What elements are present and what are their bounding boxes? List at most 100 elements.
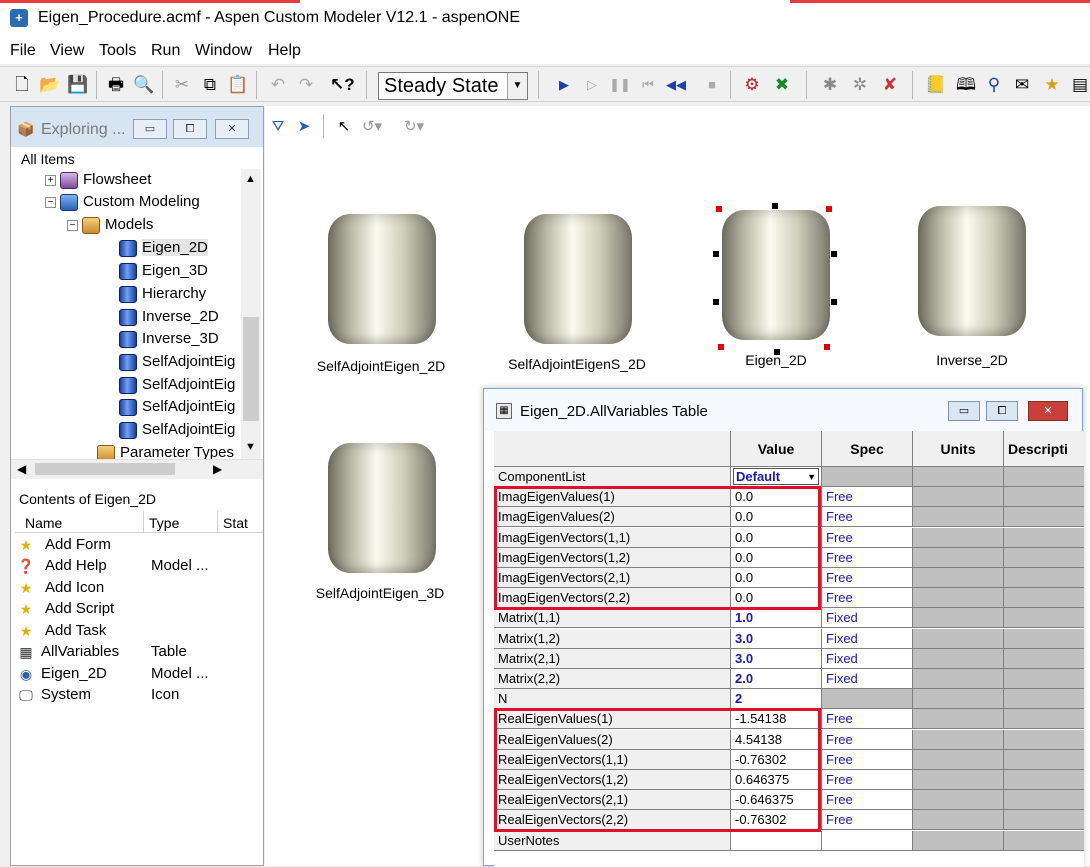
- variable-description-cell[interactable]: [1004, 629, 1084, 649]
- run-mode-select[interactable]: Steady State ▼: [378, 72, 528, 100]
- menu-view[interactable]: View: [50, 42, 84, 60]
- variable-description-cell[interactable]: [1004, 750, 1084, 770]
- variable-name-cell[interactable]: UserNotes: [494, 831, 731, 851]
- context-help-icon[interactable]: ↖?: [330, 73, 355, 97]
- variable-description-cell[interactable]: [1004, 810, 1084, 830]
- variable-units-cell[interactable]: [913, 487, 1004, 507]
- print-preview-icon[interactable]: 🔍: [132, 73, 156, 97]
- column-header-status[interactable]: Stat: [223, 515, 248, 531]
- variable-description-cell[interactable]: [1004, 831, 1084, 851]
- tree-item-flowsheet[interactable]: + Flowsheet: [45, 169, 151, 191]
- contents-item[interactable]: ▦ AllVariables Table: [15, 641, 261, 662]
- menu-tools[interactable]: Tools: [99, 42, 136, 60]
- tree-item-model[interactable]: SelfAdjointEig: [119, 374, 235, 396]
- tree-item-model[interactable]: SelfAdjointEig: [119, 419, 235, 441]
- variable-spec-cell[interactable]: Free: [822, 810, 913, 830]
- column-header-spec[interactable]: Spec: [822, 431, 913, 467]
- snapshot-icon[interactable]: ⚙: [740, 73, 764, 97]
- variable-value-cell[interactable]: 1.0: [731, 608, 822, 628]
- variable-units-cell[interactable]: [913, 689, 1004, 709]
- variable-description-cell[interactable]: [1004, 507, 1084, 527]
- variable-units-cell[interactable]: [913, 750, 1004, 770]
- variable-units-cell[interactable]: [913, 730, 1004, 750]
- variable-units-cell[interactable]: [913, 507, 1004, 527]
- variable-units-cell[interactable]: [913, 790, 1004, 810]
- variable-value-cell[interactable]: [731, 831, 822, 851]
- rotate-right-icon[interactable]: ↻▾: [403, 116, 425, 138]
- undo-icon[interactable]: ↶: [266, 73, 290, 97]
- selection-handle[interactable]: [713, 251, 719, 257]
- pause-icon[interactable]: ❚❚: [608, 73, 632, 97]
- restore-button[interactable]: ⧠: [986, 401, 1018, 421]
- variable-spec-cell[interactable]: Free: [822, 548, 913, 568]
- more-tools-icon[interactable]: ▤: [1068, 73, 1090, 97]
- optimization-icon[interactable]: ✲: [848, 73, 872, 97]
- scroll-right-icon[interactable]: ▶: [213, 462, 222, 476]
- tree-item-custom-modeling[interactable]: − Custom Modeling: [45, 191, 200, 213]
- variable-description-cell[interactable]: [1004, 588, 1084, 608]
- open-folder-icon[interactable]: 📂: [38, 73, 62, 97]
- variable-spec-cell[interactable]: Free: [822, 507, 913, 527]
- column-header-type[interactable]: Type: [149, 515, 179, 531]
- menu-help[interactable]: Help: [268, 42, 301, 60]
- variable-units-cell[interactable]: [913, 528, 1004, 548]
- messages-icon[interactable]: ✉: [1010, 73, 1034, 97]
- variable-spec-cell[interactable]: Free: [822, 588, 913, 608]
- variable-units-cell[interactable]: [913, 669, 1004, 689]
- variable-spec-cell[interactable]: Fixed: [822, 649, 913, 669]
- contents-item[interactable]: ◉ Eigen_2D Model ...: [15, 663, 261, 684]
- variable-description-cell[interactable]: [1004, 568, 1084, 588]
- variable-spec-cell[interactable]: Free: [822, 770, 913, 790]
- rotate-left-icon[interactable]: ↺▾: [361, 116, 383, 138]
- variable-spec-cell[interactable]: Free: [822, 568, 913, 588]
- column-header-value[interactable]: Value: [731, 431, 822, 467]
- selection-handle[interactable]: [826, 206, 832, 212]
- connect-icon[interactable]: ⛛: [267, 116, 289, 138]
- selection-handle[interactable]: [772, 203, 778, 209]
- check-icon[interactable]: ✖: [770, 73, 794, 97]
- variable-value-cell[interactable]: 3.0: [731, 629, 822, 649]
- scroll-left-icon[interactable]: ◀: [17, 462, 26, 476]
- column-header-description[interactable]: Descripti: [1004, 431, 1084, 467]
- tree-item-model[interactable]: Eigen_2D: [119, 237, 208, 259]
- variable-units-cell[interactable]: [913, 467, 1004, 487]
- tree-item-model[interactable]: SelfAdjointEig: [119, 351, 235, 373]
- scroll-down-icon[interactable]: ▼: [245, 441, 256, 453]
- variable-units-cell[interactable]: [913, 629, 1004, 649]
- column-header-name[interactable]: Name: [25, 515, 62, 531]
- tree-item-parameter-types[interactable]: Parameter Types: [97, 442, 234, 459]
- menu-run[interactable]: Run: [151, 42, 180, 60]
- variable-value-cell[interactable]: 2: [731, 689, 822, 709]
- block-selfadjointeigen-3d[interactable]: [328, 443, 436, 573]
- tree-item-model[interactable]: Inverse_3D: [119, 328, 219, 350]
- variable-spec-cell[interactable]: [822, 467, 913, 487]
- block-selfadjointeigens-2d[interactable]: [524, 214, 632, 344]
- expand-icon[interactable]: +: [45, 174, 56, 186]
- stop-icon[interactable]: ■: [700, 73, 724, 97]
- variable-value-cell[interactable]: Default ▼: [731, 467, 822, 487]
- variable-units-cell[interactable]: [913, 608, 1004, 628]
- restart-icon[interactable]: ⏮: [636, 73, 660, 97]
- variable-units-cell[interactable]: [913, 810, 1004, 830]
- collapse-icon[interactable]: −: [67, 219, 78, 231]
- close-button[interactable]: ✕: [215, 119, 249, 139]
- run-icon[interactable]: ▶: [552, 73, 576, 97]
- estimation-icon[interactable]: ✱: [818, 73, 842, 97]
- tree-hscroll-thumb[interactable]: [35, 463, 175, 475]
- contents-item[interactable]: ★ Add Form: [15, 534, 261, 555]
- step-icon[interactable]: ▷: [580, 73, 604, 97]
- rewind-icon[interactable]: ◀◀: [664, 73, 688, 97]
- variable-name-cell[interactable]: Matrix(2,1): [494, 649, 731, 669]
- variable-spec-cell[interactable]: Free: [822, 790, 913, 810]
- save-icon[interactable]: 💾: [66, 73, 90, 97]
- variable-value-cell[interactable]: 2.0: [731, 669, 822, 689]
- variable-spec-cell[interactable]: [822, 689, 913, 709]
- component-list-dropdown[interactable]: Default ▼: [733, 468, 819, 485]
- block-selfadjointeigen-2d[interactable]: [328, 214, 436, 344]
- block-inverse-2d[interactable]: [918, 206, 1026, 336]
- selection-handle[interactable]: [831, 251, 837, 257]
- contents-item[interactable]: ★ Add Script: [15, 598, 261, 619]
- selection-handle[interactable]: [774, 349, 780, 355]
- variable-description-cell[interactable]: [1004, 548, 1084, 568]
- contents-item[interactable]: 🖵 System Icon: [15, 684, 261, 705]
